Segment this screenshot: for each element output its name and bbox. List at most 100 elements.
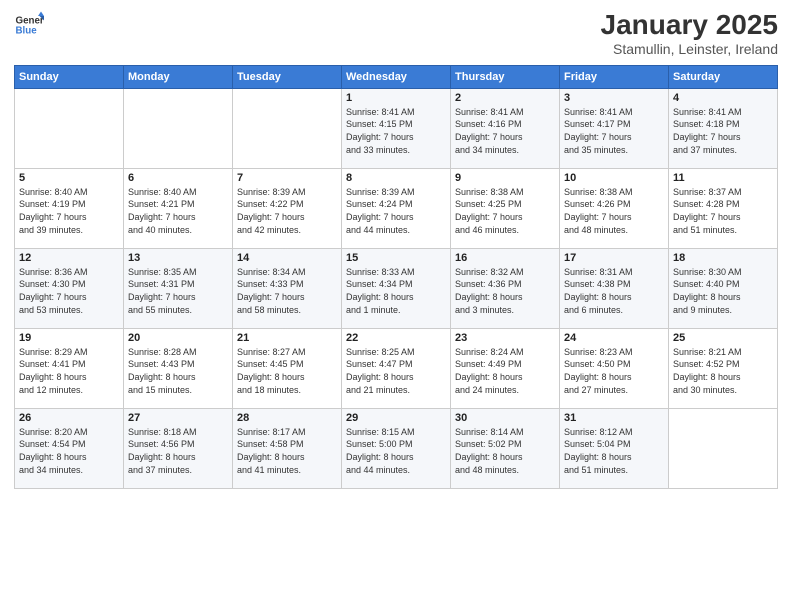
calendar-cell [124,88,233,168]
col-wednesday: Wednesday [342,65,451,88]
logo: General Blue [14,10,44,40]
day-info: Sunrise: 8:35 AM Sunset: 4:31 PM Dayligh… [128,266,228,316]
col-tuesday: Tuesday [233,65,342,88]
calendar-cell: 5 Sunrise: 8:40 AM Sunset: 4:19 PM Daylig… [15,168,124,248]
day-info: Sunrise: 8:32 AM Sunset: 4:36 PM Dayligh… [455,266,555,316]
col-thursday: Thursday [451,65,560,88]
calendar-cell [15,88,124,168]
day-info: Sunrise: 8:30 AM Sunset: 4:40 PM Dayligh… [673,266,773,316]
calendar-cell [669,408,778,488]
day-info: Sunrise: 8:36 AM Sunset: 4:30 PM Dayligh… [19,266,119,316]
calendar-cell: 21Sunrise: 8:27 AM Sunset: 4:45 PM Dayli… [233,328,342,408]
day-number: 28 [237,412,337,424]
day-number: 31 [564,412,664,424]
day-number: 26 [19,412,119,424]
col-monday: Monday [124,65,233,88]
day-info: Sunrise: 8:27 AM Sunset: 4:45 PM Dayligh… [237,346,337,396]
day-number: 8 [346,172,446,184]
day-number: 20 [128,332,228,344]
col-friday: Friday [560,65,669,88]
calendar-cell: 28Sunrise: 8:17 AM Sunset: 4:58 PM Dayli… [233,408,342,488]
day-info: Sunrise: 8:39 AM Sunset: 4:22 PM Dayligh… [237,186,337,236]
calendar-week-4: 26 Sunrise: 8:20 AM Sunset: 4:54 PM Dayli… [15,408,778,488]
day-number: 17 [564,252,664,264]
calendar-cell: 20 Sunrise: 8:28 AM Sunset: 4:43 PM Dayli… [124,328,233,408]
calendar-cell: 13 Sunrise: 8:35 AM Sunset: 4:31 PM Dayli… [124,248,233,328]
calendar-cell: 23Sunrise: 8:24 AM Sunset: 4:49 PM Dayli… [451,328,560,408]
calendar-cell: 4Sunrise: 8:41 AM Sunset: 4:18 PM Daylig… [669,88,778,168]
day-info: Sunrise: 8:37 AM Sunset: 4:28 PM Dayligh… [673,186,773,236]
day-info: Sunrise: 8:15 AM Sunset: 5:00 PM Dayligh… [346,426,446,476]
calendar-cell: 19Sunrise: 8:29 AM Sunset: 4:41 PM Dayli… [15,328,124,408]
col-sunday: Sunday [15,65,124,88]
day-number: 5 [19,172,119,184]
day-number: 18 [673,252,773,264]
day-info: Sunrise: 8:29 AM Sunset: 4:41 PM Dayligh… [19,346,119,396]
page: General Blue January 2025 Stamullin, Lei… [0,0,792,612]
day-number: 6 [128,172,228,184]
calendar-cell: 24 Sunrise: 8:23 AM Sunset: 4:50 PM Dayli… [560,328,669,408]
day-info: Sunrise: 8:33 AM Sunset: 4:34 PM Dayligh… [346,266,446,316]
calendar-cell: 16Sunrise: 8:32 AM Sunset: 4:36 PM Dayli… [451,248,560,328]
title-block: January 2025 Stamullin, Leinster, Irelan… [601,10,778,57]
day-info: Sunrise: 8:28 AM Sunset: 4:43 PM Dayligh… [128,346,228,396]
day-number: 30 [455,412,555,424]
day-info: Sunrise: 8:21 AM Sunset: 4:52 PM Dayligh… [673,346,773,396]
logo-icon: General Blue [14,10,44,40]
day-number: 13 [128,252,228,264]
calendar-cell: 11 Sunrise: 8:37 AM Sunset: 4:28 PM Dayli… [669,168,778,248]
calendar-cell: 12 Sunrise: 8:36 AM Sunset: 4:30 PM Dayli… [15,248,124,328]
calendar-cell: 25 Sunrise: 8:21 AM Sunset: 4:52 PM Dayli… [669,328,778,408]
calendar-cell: 31 Sunrise: 8:12 AM Sunset: 5:04 PM Dayli… [560,408,669,488]
header: General Blue January 2025 Stamullin, Lei… [14,10,778,57]
day-number: 24 [564,332,664,344]
calendar-cell: 18 Sunrise: 8:30 AM Sunset: 4:40 PM Dayli… [669,248,778,328]
svg-text:Blue: Blue [16,25,38,36]
day-number: 15 [346,252,446,264]
calendar-header-row: Sunday Monday Tuesday Wednesday Thursday… [15,65,778,88]
day-info: Sunrise: 8:12 AM Sunset: 5:04 PM Dayligh… [564,426,664,476]
calendar-cell: 2 Sunrise: 8:41 AM Sunset: 4:16 PM Daylig… [451,88,560,168]
calendar-cell: 6Sunrise: 8:40 AM Sunset: 4:21 PM Daylig… [124,168,233,248]
day-info: Sunrise: 8:40 AM Sunset: 4:19 PM Dayligh… [19,186,119,236]
day-info: Sunrise: 8:14 AM Sunset: 5:02 PM Dayligh… [455,426,555,476]
day-number: 23 [455,332,555,344]
calendar-week-3: 19Sunrise: 8:29 AM Sunset: 4:41 PM Dayli… [15,328,778,408]
calendar-cell: 26 Sunrise: 8:20 AM Sunset: 4:54 PM Dayli… [15,408,124,488]
day-info: Sunrise: 8:25 AM Sunset: 4:47 PM Dayligh… [346,346,446,396]
day-info: Sunrise: 8:23 AM Sunset: 4:50 PM Dayligh… [564,346,664,396]
calendar-cell: 27 Sunrise: 8:18 AM Sunset: 4:56 PM Dayli… [124,408,233,488]
calendar-cell: 30 Sunrise: 8:14 AM Sunset: 5:02 PM Dayli… [451,408,560,488]
day-number: 29 [346,412,446,424]
calendar-cell: 15 Sunrise: 8:33 AM Sunset: 4:34 PM Dayli… [342,248,451,328]
calendar-cell: 17 Sunrise: 8:31 AM Sunset: 4:38 PM Dayli… [560,248,669,328]
day-info: Sunrise: 8:41 AM Sunset: 4:18 PM Dayligh… [673,106,773,156]
day-info: Sunrise: 8:41 AM Sunset: 4:15 PM Dayligh… [346,106,446,156]
calendar-cell: 7Sunrise: 8:39 AM Sunset: 4:22 PM Daylig… [233,168,342,248]
day-info: Sunrise: 8:20 AM Sunset: 4:54 PM Dayligh… [19,426,119,476]
calendar-cell [233,88,342,168]
calendar-cell: 3Sunrise: 8:41 AM Sunset: 4:17 PM Daylig… [560,88,669,168]
day-info: Sunrise: 8:34 AM Sunset: 4:33 PM Dayligh… [237,266,337,316]
day-info: Sunrise: 8:38 AM Sunset: 4:25 PM Dayligh… [455,186,555,236]
day-number: 14 [237,252,337,264]
day-info: Sunrise: 8:18 AM Sunset: 4:56 PM Dayligh… [128,426,228,476]
col-saturday: Saturday [669,65,778,88]
calendar-week-1: 5 Sunrise: 8:40 AM Sunset: 4:19 PM Daylig… [15,168,778,248]
calendar-cell: 8 Sunrise: 8:39 AM Sunset: 4:24 PM Daylig… [342,168,451,248]
day-number: 2 [455,92,555,104]
day-number: 27 [128,412,228,424]
calendar-cell: 10Sunrise: 8:38 AM Sunset: 4:26 PM Dayli… [560,168,669,248]
calendar-week-0: 1 Sunrise: 8:41 AM Sunset: 4:15 PM Daylig… [15,88,778,168]
day-number: 25 [673,332,773,344]
day-number: 22 [346,332,446,344]
day-number: 12 [19,252,119,264]
day-number: 1 [346,92,446,104]
calendar-cell: 1 Sunrise: 8:41 AM Sunset: 4:15 PM Daylig… [342,88,451,168]
day-info: Sunrise: 8:39 AM Sunset: 4:24 PM Dayligh… [346,186,446,236]
calendar-cell: 22 Sunrise: 8:25 AM Sunset: 4:47 PM Dayli… [342,328,451,408]
day-info: Sunrise: 8:41 AM Sunset: 4:16 PM Dayligh… [455,106,555,156]
day-number: 11 [673,172,773,184]
day-info: Sunrise: 8:31 AM Sunset: 4:38 PM Dayligh… [564,266,664,316]
calendar-week-2: 12 Sunrise: 8:36 AM Sunset: 4:30 PM Dayli… [15,248,778,328]
